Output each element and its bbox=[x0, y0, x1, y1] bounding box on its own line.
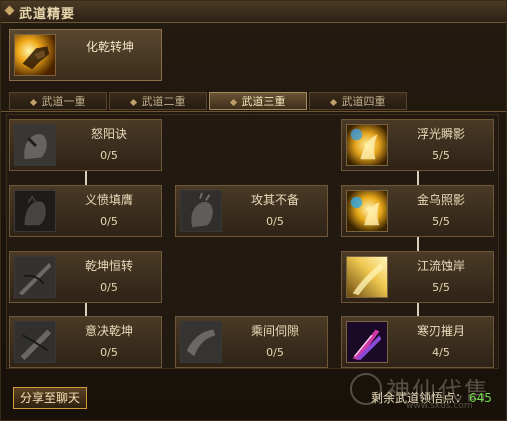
hand-icon bbox=[180, 321, 222, 363]
tab-diamond-icon bbox=[229, 98, 237, 106]
skill-name: 攻其不备 bbox=[250, 193, 299, 207]
connector-line bbox=[85, 302, 87, 316]
golden-blade-icon bbox=[346, 256, 388, 298]
skill-name: 金乌照影 bbox=[416, 193, 465, 207]
crystal-blade-icon bbox=[346, 321, 388, 363]
skill-level: 5/5 bbox=[432, 215, 450, 228]
remaining-points: 剩余武道领悟点： 645 bbox=[371, 389, 492, 406]
skill-node-jiangliu[interactable]: 江流蚀岸 5/5 bbox=[341, 251, 494, 303]
skill-node-nuyang[interactable]: 怒阳诀 0/5 bbox=[9, 119, 162, 171]
skill-node-qiankun[interactable]: 乾坤恒转 0/5 bbox=[9, 251, 162, 303]
skill-level: 0/5 bbox=[266, 346, 284, 359]
panel-title-bar: 武道精要 bbox=[1, 1, 506, 23]
fist-icon bbox=[180, 190, 222, 232]
skill-level: 5/5 bbox=[432, 281, 450, 294]
martial-arts-panel: 武道精要 化乾转坤 武道一重 武道二重 武道三重 武道四重 怒阳诀 0/5 义愤… bbox=[0, 0, 507, 421]
tab-label: 武道一重 bbox=[41, 95, 86, 108]
golden-hand-icon bbox=[14, 34, 56, 76]
skill-level: 5/5 bbox=[432, 149, 450, 162]
tab-tier-1[interactable]: 武道一重 bbox=[9, 92, 107, 110]
points-value: 645 bbox=[469, 391, 492, 405]
skill-name: 寒刃摧月 bbox=[416, 324, 465, 338]
golden-spirit-icon bbox=[346, 190, 388, 232]
connector-line bbox=[417, 171, 419, 185]
tab-label: 武道四重 bbox=[341, 95, 386, 108]
skill-level: 0/5 bbox=[266, 215, 284, 228]
skill-name: 意决乾坤 bbox=[84, 324, 133, 338]
skill-node-yifen[interactable]: 义愤填膺 0/5 bbox=[9, 185, 162, 237]
skill-node-gongqi[interactable]: 攻其不备 0/5 bbox=[175, 185, 328, 237]
skill-name: 怒阳诀 bbox=[90, 127, 127, 141]
golden-spirit-icon bbox=[346, 124, 388, 166]
tab-diamond-icon bbox=[29, 98, 37, 106]
connector-line bbox=[417, 237, 419, 251]
skill-name: 义愤填膺 bbox=[84, 193, 133, 207]
connector-line bbox=[417, 302, 419, 316]
blade-icon bbox=[14, 321, 56, 363]
tab-diamond-icon bbox=[129, 98, 137, 106]
skill-name: 乾坤恒转 bbox=[84, 259, 133, 273]
title-diamond-icon bbox=[4, 5, 15, 16]
tier-tabs: 武道一重 武道二重 武道三重 武道四重 bbox=[1, 91, 506, 112]
tab-tier-4[interactable]: 武道四重 bbox=[309, 92, 407, 110]
skill-level: 0/5 bbox=[100, 281, 118, 294]
skill-level: 4/5 bbox=[432, 346, 450, 359]
skill-node-hanren[interactable]: 寒刃摧月 4/5 bbox=[341, 316, 494, 368]
fist-icon bbox=[14, 124, 56, 166]
connector-line bbox=[85, 171, 87, 185]
skill-name: 乘间伺隙 bbox=[250, 324, 299, 338]
tab-tier-3[interactable]: 武道三重 bbox=[209, 92, 307, 110]
tab-diamond-icon bbox=[329, 98, 337, 106]
skill-node-chengjian[interactable]: 乘间伺隙 0/5 bbox=[175, 316, 328, 368]
tab-label: 武道二重 bbox=[141, 95, 186, 108]
blade-icon bbox=[14, 256, 56, 298]
share-to-chat-button[interactable]: 分享至聊天 bbox=[13, 387, 87, 409]
skill-node-jinwu[interactable]: 金乌照影 5/5 bbox=[341, 185, 494, 237]
skill-level: 0/5 bbox=[100, 149, 118, 162]
skill-level: 0/5 bbox=[100, 215, 118, 228]
red-fist-icon bbox=[14, 190, 56, 232]
skill-name: 江流蚀岸 bbox=[416, 259, 465, 273]
skill-node-fuguang[interactable]: 浮光瞬影 5/5 bbox=[341, 119, 494, 171]
skill-name: 浮光瞬影 bbox=[416, 127, 465, 141]
top-skill-name: 化乾转坤 bbox=[85, 40, 134, 54]
points-label: 剩余武道领悟点： bbox=[371, 391, 468, 405]
top-skill-card[interactable]: 化乾转坤 bbox=[9, 29, 162, 81]
tab-label: 武道三重 bbox=[241, 95, 286, 108]
panel-title: 武道精要 bbox=[19, 7, 76, 22]
skill-level: 0/5 bbox=[100, 346, 118, 359]
skill-node-yijue[interactable]: 意决乾坤 0/5 bbox=[9, 316, 162, 368]
tab-tier-2[interactable]: 武道二重 bbox=[109, 92, 207, 110]
